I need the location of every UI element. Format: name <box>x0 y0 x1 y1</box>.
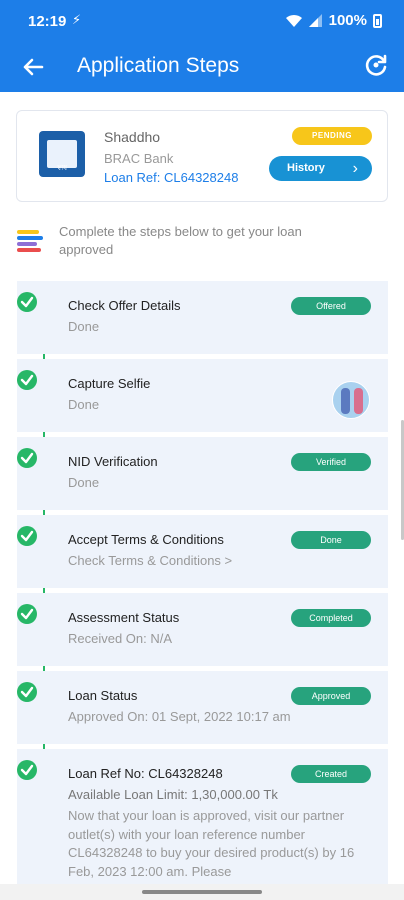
status-time: 12:19 <box>28 13 67 30</box>
step-nid-verification[interactable]: NID Verification Done Verified <box>17 437 388 510</box>
status-right: 100% <box>285 12 382 29</box>
instruction-text: Complete the steps below to get your loa… <box>59 224 302 257</box>
step-title: Capture Selfie <box>68 376 151 391</box>
page-title: Application Steps <box>77 54 240 77</box>
status-badge: Done <box>291 531 371 549</box>
check-icon <box>17 370 37 390</box>
back-arrow-icon[interactable] <box>18 52 48 82</box>
loan-reference: Loan Ref: CL64328248 <box>104 170 239 185</box>
home-indicator[interactable] <box>142 890 262 894</box>
status-bar: 12:19 ⚡ 100% <box>0 0 404 44</box>
wifi-icon <box>285 14 302 27</box>
status-badge: Offered <box>291 297 371 315</box>
battery-percent: 100% <box>328 12 367 29</box>
history-label: History <box>287 162 325 174</box>
chevron-right-icon: › <box>352 160 358 177</box>
step-subtitle: Done <box>68 319 100 334</box>
check-icon <box>17 682 37 702</box>
battery-icon <box>373 13 382 28</box>
step-capture-selfie[interactable]: Capture Selfie Done <box>17 359 388 432</box>
status-badge: PENDING <box>292 127 372 145</box>
loan-limit: Available Loan Limit: 1,30,000.00 Tk <box>68 787 278 802</box>
status-badge: Created <box>291 765 371 783</box>
step-subtitle: Received On: N/A <box>68 631 173 646</box>
step-title: NID Verification <box>68 454 158 469</box>
check-icon <box>17 526 37 546</box>
step-title: Check Offer Details <box>68 298 181 313</box>
terms-link[interactable]: Check Terms & Conditions > <box>68 553 232 568</box>
step-subtitle: Done <box>68 475 100 490</box>
step-loan-status[interactable]: Loan Status Approved On: 01 Sept, 2022 1… <box>17 671 388 744</box>
gesture-bar <box>0 884 404 900</box>
checklist-icon <box>17 230 43 254</box>
step-subtitle: Approved On: 01 Sept, 2022 10:17 am <box>68 709 291 724</box>
product-name: Shaddho <box>104 129 161 145</box>
check-icon <box>17 604 37 624</box>
loan-summary-card: স্বাধ Shaddho BRAC Bank Loan Ref: CL6432… <box>16 110 388 202</box>
history-button[interactable]: History › <box>269 156 372 181</box>
product-logo: স্বাধ <box>39 131 85 177</box>
check-icon <box>17 760 37 780</box>
signal-icon <box>308 14 322 27</box>
refresh-icon[interactable] <box>362 51 390 79</box>
check-icon <box>17 448 37 468</box>
charging-icon: ⚡ <box>72 12 82 27</box>
status-badge: Verified <box>291 453 371 471</box>
step-title: Loan Status <box>68 688 138 703</box>
check-icon <box>17 292 37 312</box>
step-title: Accept Terms & Conditions <box>68 532 224 547</box>
step-subtitle: Done <box>68 397 100 412</box>
step-description: Now that your loan is approved, visit ou… <box>68 808 355 879</box>
step-assessment-status[interactable]: Assessment Status Received On: N/A Compl… <box>17 593 388 666</box>
step-title: Assessment Status <box>68 610 180 625</box>
selfie-thumbnail[interactable] <box>332 381 370 419</box>
app-bar: Application Steps <box>0 44 404 92</box>
step-offer-details[interactable]: Check Offer Details Done Offered <box>17 281 388 354</box>
status-badge: Completed <box>291 609 371 627</box>
step-loan-reference[interactable]: Loan Ref No: CL64328248 Available Loan L… <box>17 749 388 889</box>
step-title: Loan Ref No: CL64328248 <box>68 766 223 781</box>
status-badge: Approved <box>291 687 371 705</box>
step-terms-conditions[interactable]: Accept Terms & Conditions Check Terms & … <box>17 515 388 588</box>
logo-text: স্বাধ <box>56 165 68 172</box>
bank-name: BRAC Bank <box>104 151 174 166</box>
